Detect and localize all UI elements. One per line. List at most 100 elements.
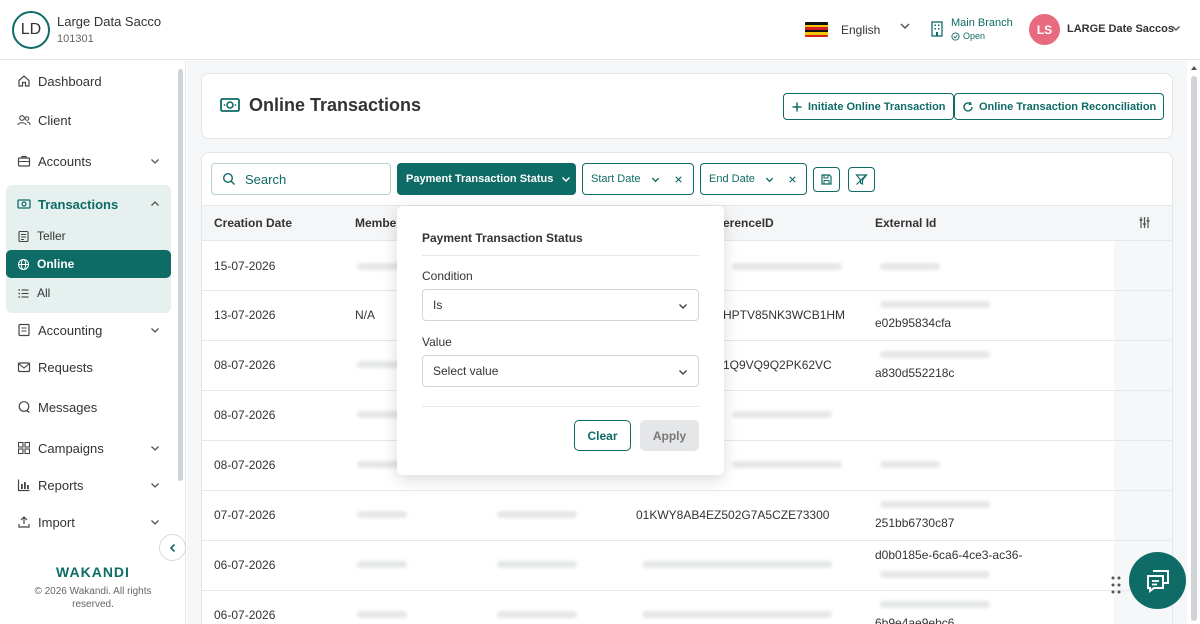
sidebar-item-requests[interactable]: Requests [6, 352, 171, 382]
creation-date-cell: 08-07-2026 [214, 458, 276, 472]
page-scrollbar[interactable] [1190, 64, 1198, 624]
org-avatar[interactable]: LD [12, 11, 50, 49]
table-row[interactable]: 06-07-2026 d0b0185e-6ca6-4ce3-ac36- [202, 541, 1172, 591]
page-scrollbar-thumb[interactable] [1191, 76, 1197, 621]
branch-name[interactable]: Main Branch [951, 17, 1013, 29]
chat-icon [1146, 569, 1169, 593]
creation-date-cell: 08-07-2026 [214, 408, 276, 422]
filter-off-icon [855, 174, 868, 185]
sidebar-item-accounting[interactable]: Accounting [6, 315, 171, 345]
sidebar-collapse-button[interactable] [159, 534, 186, 561]
top-bar: LD Large Data Sacco 101301 English Main … [0, 0, 1200, 60]
value-select[interactable]: Select value [422, 355, 699, 387]
external-id-cell: 6b9e4ae9ebc6 [875, 616, 955, 624]
apply-button[interactable]: Apply [640, 420, 699, 451]
condition-label: Condition [422, 269, 473, 283]
sidebar-scrollbar[interactable] [178, 69, 183, 481]
chevron-up-icon [151, 201, 159, 206]
sidebar-subitem-label: Online [37, 257, 75, 271]
user-name[interactable]: LARGE Date Saccos [1067, 23, 1174, 35]
end-date-label: End Date [709, 173, 755, 185]
search-icon [222, 172, 235, 185]
save-icon [821, 174, 832, 185]
chat-support-button[interactable] [1129, 552, 1186, 609]
clear-button[interactable]: Clear [574, 420, 631, 451]
column-settings-icon[interactable] [1138, 216, 1151, 229]
external-id-cell: 251bb6730c87 [875, 516, 955, 530]
sidebar-subitem-online[interactable]: Online [6, 250, 171, 278]
sidebar-item-client[interactable]: Client [6, 105, 171, 135]
external-id-cell: a830d552218c [875, 366, 955, 380]
close-icon[interactable] [787, 174, 798, 185]
column-header[interactable]: Creation Date [214, 216, 292, 230]
refresh-icon [963, 101, 973, 112]
language-selector[interactable]: English [841, 23, 880, 37]
payment-status-filter-label: Payment Transaction Status [406, 173, 554, 185]
reconciliation-button[interactable]: Online Transaction Reconciliation [954, 93, 1165, 120]
sidebar-item-label: Accounts [38, 153, 92, 169]
condition-select[interactable]: Is [422, 289, 699, 321]
drag-handle-icon[interactable] [1110, 575, 1122, 595]
column-header[interactable]: Membe [355, 216, 396, 230]
search-placeholder: Search [245, 171, 287, 187]
table-row[interactable]: 07-07-2026 01KWY8AB4EZ502G7A5CZE73300 25… [202, 491, 1172, 541]
chart-icon [17, 479, 30, 492]
start-date-label: Start Date [591, 173, 641, 185]
divider [422, 406, 699, 407]
sidebar-subitem-teller[interactable]: Teller [6, 222, 171, 250]
payment-status-popover: Payment Transaction Status Condition Is … [397, 206, 724, 475]
reference-id-cell: 01KWY8AB4EZ502G7A5CZE73300 [636, 508, 830, 522]
chevron-down-icon [679, 370, 687, 375]
home-icon [18, 75, 30, 87]
sidebar-item-import[interactable]: Import [6, 507, 171, 537]
sidebar-item-label: Reports [38, 477, 84, 493]
table-row[interactable]: 06-07-2026 6b9e4ae9ebc6 [202, 591, 1172, 624]
sidebar-item-label: Campaigns [38, 440, 104, 456]
chevron-down-icon [562, 176, 571, 183]
copyright: © 2026 Wakandi. All rights reserved. [34, 586, 152, 610]
page-title: Online Transactions [249, 95, 422, 115]
creation-date-cell: 08-07-2026 [214, 358, 276, 372]
creation-date-cell: 07-07-2026 [214, 508, 276, 522]
creation-date-cell: 06-07-2026 [214, 558, 276, 572]
sidebar-item-transactions[interactable]: Transactions [6, 189, 171, 219]
upload-icon [18, 516, 30, 528]
chevron-down-icon [151, 483, 159, 488]
chevron-up-icon[interactable] [1190, 64, 1198, 72]
value-label: Value [422, 335, 452, 349]
sidebar-item-label: Messages [38, 399, 98, 415]
sidebar: Dashboard Client Accounts Transactions T… [0, 61, 186, 624]
grid-icon [17, 441, 31, 455]
chevron-down-icon[interactable] [898, 19, 912, 33]
sidebar-item-accounts[interactable]: Accounts [6, 146, 171, 176]
uganda-flag-icon [805, 22, 828, 37]
sidebar-item-label: Import [38, 514, 75, 530]
search-input[interactable]: Search [211, 163, 391, 195]
creation-date-cell: 13-07-2026 [214, 308, 276, 322]
value-placeholder: Select value [433, 364, 499, 378]
initiate-transaction-button[interactable]: Initiate Online Transaction [783, 93, 954, 120]
sidebar-subitem-label: All [37, 286, 51, 300]
close-icon[interactable] [673, 174, 684, 185]
column-header[interactable]: erenceID [723, 216, 774, 230]
chevron-down-icon [765, 177, 774, 182]
sidebar-item-dashboard[interactable]: Dashboard [6, 66, 171, 96]
sidebar-item-campaigns[interactable]: Campaigns [6, 433, 171, 463]
sidebar-item-label: Client [38, 112, 72, 128]
column-header[interactable]: External Id [875, 216, 936, 230]
clear-filters-button[interactable] [848, 167, 875, 192]
user-avatar[interactable]: LS [1029, 14, 1060, 45]
sidebar-subitem-all[interactable]: All [6, 279, 171, 307]
payment-status-filter[interactable]: Payment Transaction Status [397, 163, 576, 195]
end-date-filter[interactable]: End Date [700, 163, 807, 195]
sidebar-subitem-label: Teller [37, 229, 66, 243]
chevron-down-icon [151, 446, 159, 451]
save-filter-button[interactable] [813, 167, 840, 192]
sidebar-item-label: Requests [38, 359, 93, 375]
sidebar-item-reports[interactable]: Reports [6, 470, 171, 500]
branch-status: Open [951, 31, 985, 41]
start-date-filter[interactable]: Start Date [582, 163, 694, 195]
sidebar-item-messages[interactable]: Messages [6, 392, 171, 422]
chat-icon [18, 401, 30, 413]
chevron-down-icon[interactable] [1170, 22, 1182, 34]
